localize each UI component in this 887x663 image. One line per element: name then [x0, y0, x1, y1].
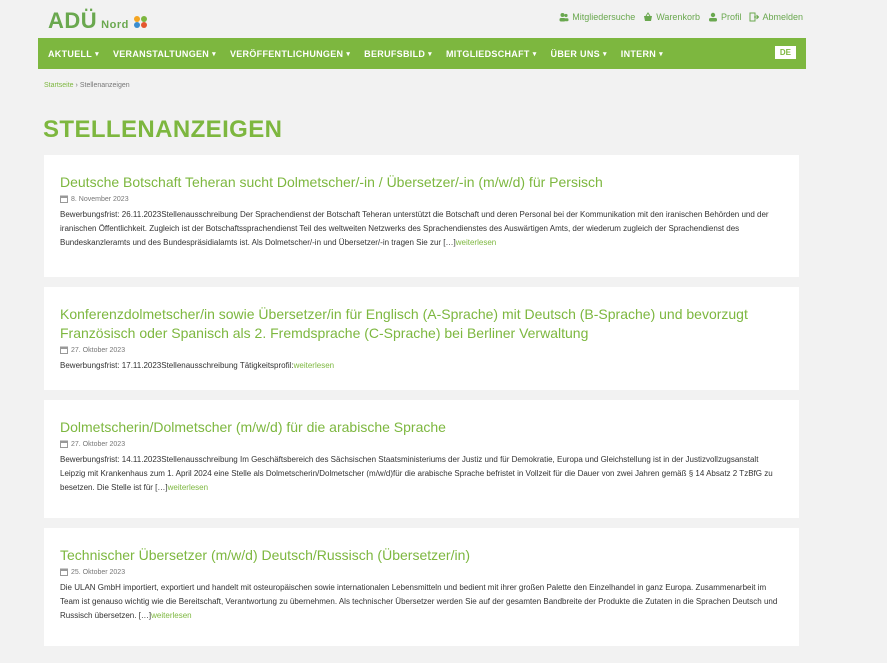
post-excerpt-text: Bewerbungsfrist: 17.11.2023Stellenaussch… [60, 361, 294, 370]
post-date-text: 8. November 2023 [71, 195, 129, 203]
post-title[interactable]: Technischer Übersetzer (m/w/d) Deutsch/R… [60, 546, 783, 565]
breadcrumb-home[interactable]: Startseite [44, 82, 74, 89]
post-title[interactable]: Dolmetscherin/Dolmetscher (m/w/d) für di… [60, 418, 783, 437]
post-date: 25. Oktober 2023 [60, 568, 783, 576]
calendar-icon [60, 440, 68, 448]
util-members-link[interactable]: Mitgliedersuche [559, 12, 635, 22]
calendar-icon [60, 195, 68, 203]
nav-item-intern[interactable]: INTERN ▾ [621, 49, 663, 59]
nav-label: VERÖFFENTLICHUNGEN [229, 48, 344, 59]
post-date-text: 27. Oktober 2023 [71, 440, 126, 448]
read-more-link[interactable]: weiterlesen [456, 238, 496, 247]
post-card: Dolmetscherin/Dolmetscher (m/w/d) für di… [44, 400, 799, 518]
post-date: 27. Oktober 2023 [60, 346, 783, 354]
post-excerpt-text: Bewerbungsfrist: 26.11.2023Stellenaussch… [60, 210, 769, 247]
nav-item-mitgliedschaft[interactable]: MITGLIEDSCHAFT ▾ [446, 49, 537, 59]
chevron-down-icon: ▾ [602, 50, 607, 58]
top-bar: ADÜ Nord Mitgliedersuche Warenkorb Profi… [0, 0, 887, 35]
nav-label: BERUFSBILD [364, 48, 426, 59]
read-more-link[interactable]: weiterlesen [294, 361, 334, 370]
nav-label: VERANSTALTUNGEN [112, 48, 210, 59]
page-title: STELLENANZEIGEN [43, 116, 283, 143]
nav-label: INTERN [620, 48, 657, 59]
nav-label: ÜBER UNS [550, 48, 600, 59]
post-card: Deutsche Botschaft Teheran sucht Dolmets… [44, 155, 799, 277]
site-logo[interactable]: ADÜ Nord [48, 8, 148, 34]
utility-nav: Mitgliedersuche Warenkorb Profil Abmelde… [559, 12, 803, 22]
basket-icon [644, 12, 653, 21]
chevron-down-icon: ▾ [346, 50, 351, 58]
util-logout-link[interactable]: Abmelden [749, 12, 803, 22]
chevron-down-icon: ▾ [532, 50, 537, 58]
util-basket-link[interactable]: Warenkorb [643, 12, 700, 22]
calendar-icon [60, 568, 68, 576]
chevron-down-icon: ▾ [95, 50, 99, 58]
post-title[interactable]: Deutsche Botschaft Teheran sucht Dolmets… [60, 173, 783, 192]
language-switch[interactable]: DE [774, 46, 796, 59]
post-excerpt: Bewerbungsfrist: 17.11.2023Stellenaussch… [60, 359, 783, 373]
post-date: 8. November 2023 [60, 195, 783, 203]
nav-item-berufsbild[interactable]: BERUFSBILD ▾ [364, 49, 432, 59]
util-profile-link[interactable]: Profil [708, 12, 742, 22]
post-title[interactable]: Konferenzdolmetscher/in sowie Übersetzer… [60, 305, 783, 343]
post-date-text: 25. Oktober 2023 [71, 568, 126, 576]
post-card: Technischer Übersetzer (m/w/d) Deutsch/R… [44, 528, 799, 646]
nav-label: AKTUELL [48, 48, 93, 59]
util-logout-label: Abmelden [762, 12, 803, 22]
main-nav: AKTUELL ▾ VERANSTALTUNGEN ▾ VERÖFFENTLICHU… [38, 38, 806, 69]
breadcrumb-separator: › [75, 82, 78, 89]
post-excerpt: Die ULAN GmbH importiert, exportiert und… [60, 581, 783, 623]
breadcrumb: Startseite › Stellenanzeigen [44, 82, 130, 89]
logo-text: ADÜ [48, 8, 98, 33]
post-excerpt: Bewerbungsfrist: 26.11.2023Stellenaussch… [60, 208, 783, 250]
profile-icon [708, 12, 717, 22]
nav-item-veranstaltungen[interactable]: VERANSTALTUNGEN ▾ [113, 49, 216, 59]
read-more-link[interactable]: weiterlesen [168, 483, 208, 492]
breadcrumb-current: Stellenanzeigen [79, 82, 130, 89]
post-card: Konferenzdolmetscher/in sowie Übersetzer… [44, 287, 799, 390]
logo-dots-icon [133, 16, 148, 28]
chevron-down-icon: ▾ [428, 50, 432, 58]
post-excerpt: Bewerbungsfrist: 14.11.2023Stellenaussch… [60, 453, 783, 495]
post-date-text: 27. Oktober 2023 [71, 346, 126, 354]
util-profile-label: Profil [720, 12, 742, 22]
logo-subtext: Nord [101, 19, 129, 31]
nav-item-aktuell[interactable]: AKTUELL ▾ [48, 49, 99, 59]
members-icon [559, 13, 569, 22]
chevron-down-icon: ▾ [212, 50, 216, 58]
nav-label: MITGLIEDSCHAFT [446, 48, 530, 59]
logout-icon [749, 12, 760, 22]
post-list: Deutsche Botschaft Teheran sucht Dolmets… [44, 155, 799, 656]
nav-item-ueber-uns[interactable]: ÜBER UNS ▾ [551, 49, 607, 59]
calendar-icon [60, 346, 68, 354]
util-members-label: Mitgliedersuche [572, 12, 636, 22]
chevron-down-icon: ▾ [659, 50, 663, 58]
util-basket-label: Warenkorb [656, 12, 700, 22]
post-date: 27. Oktober 2023 [60, 440, 783, 448]
nav-item-veroeffentlichungen[interactable]: VERÖFFENTLICHUNGEN ▾ [230, 49, 350, 59]
read-more-link[interactable]: weiterlesen [151, 611, 191, 620]
